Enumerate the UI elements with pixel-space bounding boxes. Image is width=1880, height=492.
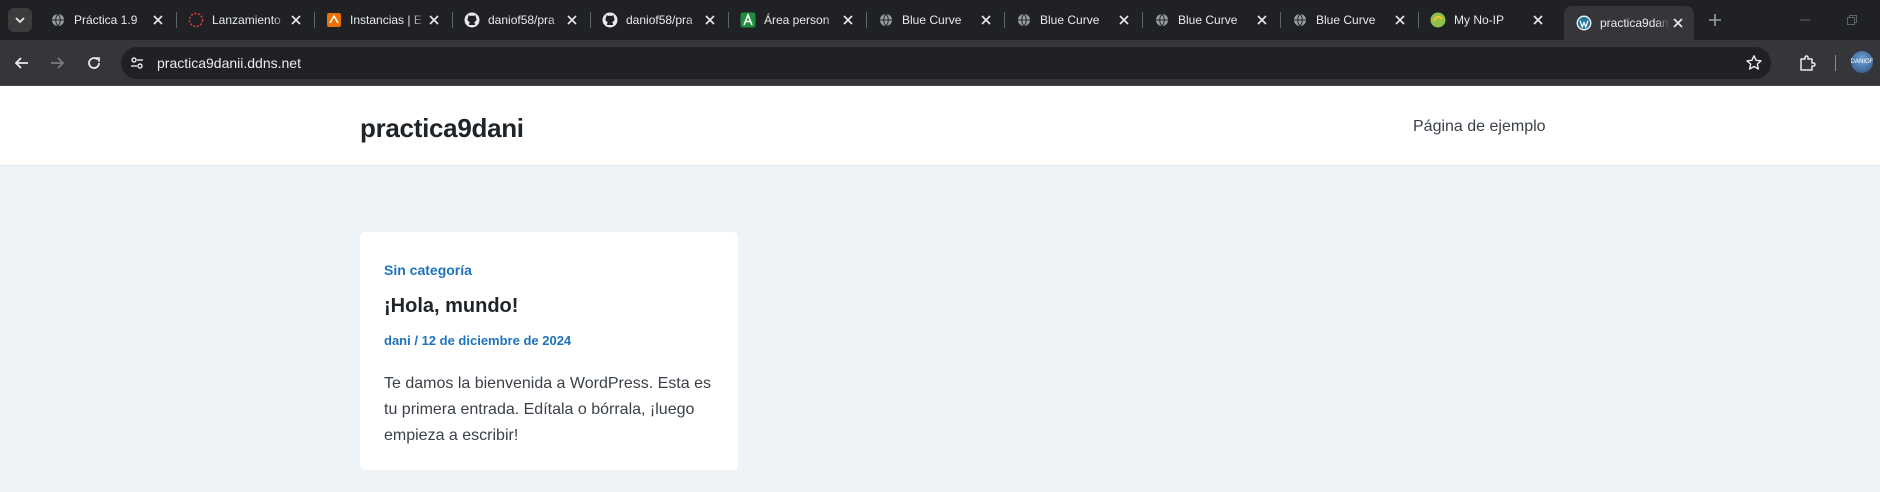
globe-icon [1016,12,1032,28]
site-settings-icon[interactable] [129,55,145,71]
post-title-link[interactable]: ¡Hola, mundo! [384,295,518,318]
restore-icon [1847,15,1857,25]
tab-strip: Práctica 1.9 Lanzamiento Instancias | E … [0,0,1880,40]
browser-toolbar: practica9danii.ddns.net [0,40,1880,86]
aws-icon [326,12,342,28]
tab-title: daniof58/pra [488,13,555,27]
tab-title: Práctica 1.9 [74,13,138,27]
close-icon[interactable] [288,12,304,28]
tab-5[interactable]: Área person [728,6,864,34]
tab-8[interactable]: Blue Curve [1142,6,1278,34]
reload-icon [88,57,100,69]
tab-4[interactable]: daniof58/pra [590,6,726,34]
post-author-link[interactable]: dani [384,333,411,348]
tab-2[interactable]: Instancias | E [314,6,450,34]
post-category-link[interactable]: Sin categoría [384,262,472,278]
tab-11-active[interactable]: practica9dan [1564,6,1694,40]
github-icon [464,12,480,28]
tab-0[interactable]: Práctica 1.9 [38,6,174,34]
profile-label: DANIOF [1850,59,1874,65]
site-title-link[interactable]: practica9dani [360,113,524,144]
chevron-down-icon [15,17,25,24]
globe-icon [50,12,66,28]
tab-title: Blue Curve [902,13,962,27]
forward-button[interactable] [45,51,69,75]
close-icon[interactable] [1116,12,1132,28]
noip-icon [1430,12,1446,28]
tab-6[interactable]: Blue Curve [866,6,1002,34]
post-date-link[interactable]: 12 de diciembre de 2024 [422,333,572,348]
tab-title: Blue Curve [1178,13,1238,27]
site-header: practica9dani Página de ejemplo [0,86,1880,166]
toolbar-divider [1835,55,1836,71]
arrow-right-icon [51,57,65,69]
plus-icon [1709,14,1721,26]
close-icon[interactable] [1530,12,1546,28]
tab-search-button[interactable] [8,8,32,32]
post-excerpt: Te damos la bienvenida a WordPress. Esta… [384,375,711,444]
loading-spinner-icon [188,12,204,28]
arrow-left-icon [14,57,28,69]
tab-title: Lanzamiento [212,13,281,27]
close-icon[interactable] [840,12,856,28]
url-text: practica9danii.ddns.net [157,55,301,71]
tab-title: My No-IP [1454,13,1505,27]
bookmark-star-icon[interactable] [1745,54,1763,72]
tab-1[interactable]: Lanzamiento [176,6,312,34]
tab-title: Blue Curve [1316,13,1376,27]
back-button[interactable] [10,51,34,75]
profile-avatar[interactable]: DANIOF [1851,51,1873,73]
close-icon[interactable] [1670,15,1686,31]
tab-title: daniof58/pra [626,13,693,27]
post-meta: dani / 12 de diciembre de 2024 [384,333,571,348]
close-icon[interactable] [1254,12,1270,28]
tab-title: practica9dan [1600,16,1669,30]
restore-button[interactable] [1842,10,1862,30]
minimize-icon [1800,19,1810,21]
tab-title: Instancias | E [350,13,422,27]
globe-icon [1154,12,1170,28]
post-meta-separator: / [410,333,422,348]
tab-9[interactable]: Blue Curve [1280,6,1416,34]
close-icon[interactable] [978,12,994,28]
reload-button[interactable] [82,51,106,75]
tab-title: Blue Curve [1040,13,1100,27]
globe-icon [878,12,894,28]
post-card: Sin categoría ¡Hola, mundo! dani / 12 de… [360,232,738,470]
tab-7[interactable]: Blue Curve [1004,6,1140,34]
wordpress-icon [1576,15,1592,31]
new-tab-button[interactable] [1703,8,1727,32]
address-bar[interactable]: practica9danii.ddns.net [121,47,1771,79]
nav-link-sample-page[interactable]: Página de ejemplo [1413,118,1546,136]
github-icon [602,12,618,28]
close-icon[interactable] [1392,12,1408,28]
globe-icon [1292,12,1308,28]
tab-3[interactable]: daniof58/pra [452,6,588,34]
puzzle-icon [1800,55,1816,71]
tab-title: Área person [764,13,830,27]
close-icon[interactable] [150,12,166,28]
a-logo-icon [740,12,756,28]
minimize-button[interactable] [1795,10,1815,30]
close-icon[interactable] [426,12,442,28]
extensions-button[interactable] [1796,52,1818,74]
close-icon[interactable] [702,12,718,28]
close-icon[interactable] [564,12,580,28]
tab-10[interactable]: My No-IP [1418,6,1554,34]
